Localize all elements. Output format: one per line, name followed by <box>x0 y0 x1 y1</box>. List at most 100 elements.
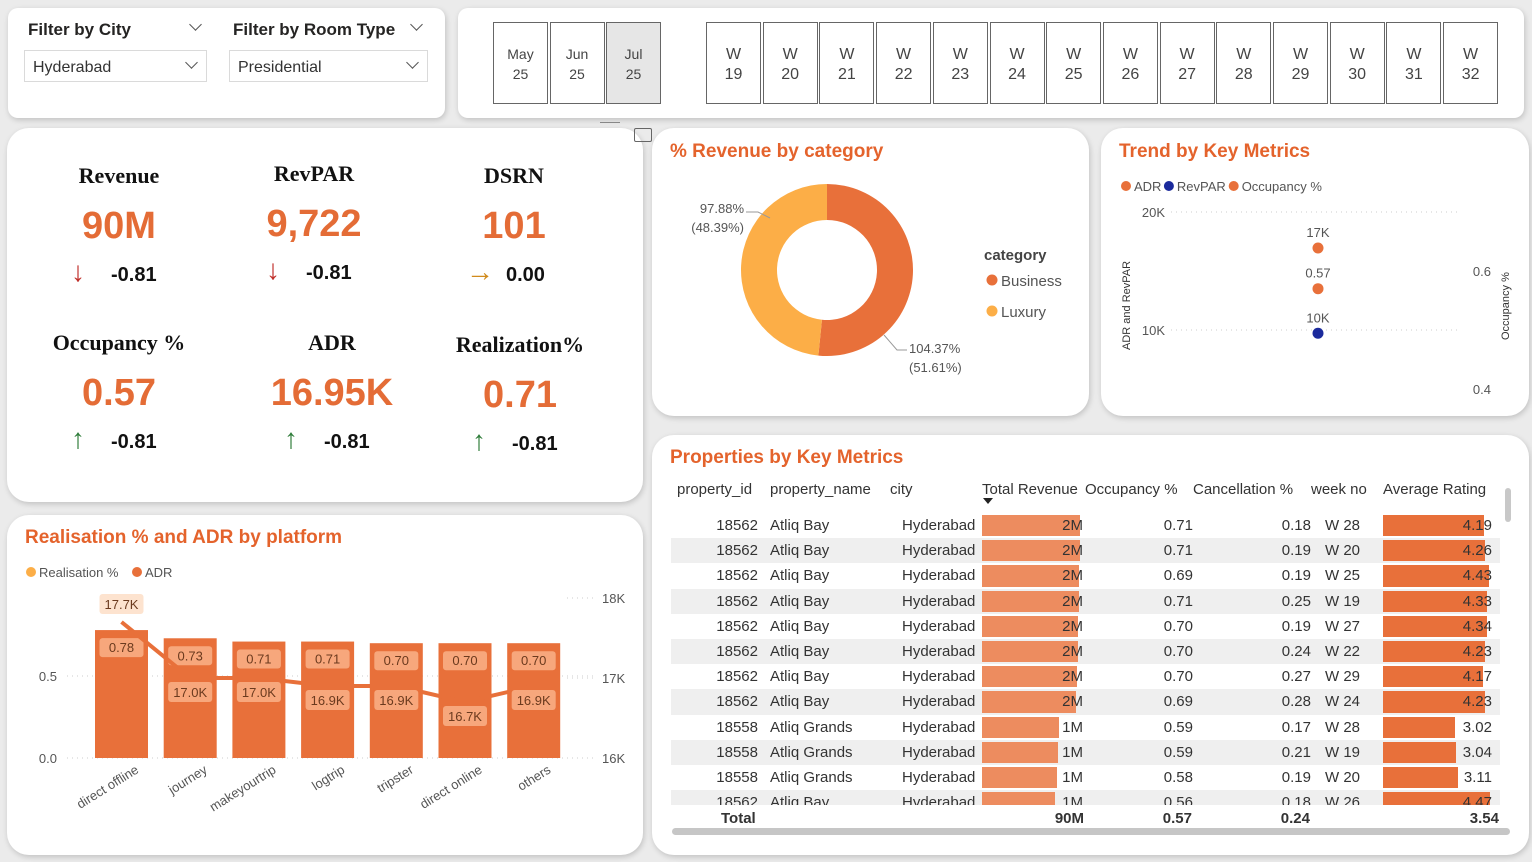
table-row[interactable]: 18562 Atliq Bay Hyderabad 2M 0.71 0.19 W 20 4.2… <box>671 538 1500 564</box>
table-cell: 0.18 <box>1281 517 1311 535</box>
week-prefix: W <box>1236 46 1252 63</box>
realisation-data-label: 0.70 <box>384 653 409 668</box>
y-left-axis-label: ADR and RevPAR <box>1121 261 1133 350</box>
column-header-average-rating[interactable]: Average Rating <box>1383 475 1500 513</box>
week-tile-23[interactable]: W 23 <box>932 22 988 104</box>
month-tile-may[interactable]: May 25 <box>493 22 548 104</box>
realisation-data-label: 0.73 <box>178 648 203 663</box>
table-cell: 2M <box>982 614 1085 639</box>
table-cell: 2M <box>982 588 1085 614</box>
column-header-city[interactable]: city <box>890 475 982 513</box>
kpi-revenue-value: 90M <box>82 205 156 247</box>
week-tile-22[interactable]: W 22 <box>876 22 932 104</box>
week-tile-24[interactable]: W 24 <box>989 22 1045 104</box>
arrow-flat-icon: → <box>466 256 494 287</box>
city-filter-dropdown[interactable]: Hyderabad <box>24 50 207 82</box>
donut-slice-business <box>818 184 913 356</box>
table-cell: 1M <box>982 790 1085 805</box>
table-row[interactable]: 18562 Atliq Bay Hyderabad 1M 0.56 0.18 W 26 4.4… <box>671 790 1500 805</box>
week-tile-26[interactable]: W 26 <box>1102 22 1158 104</box>
table-row[interactable]: 18562 Atliq Bay Hyderabad 2M 0.69 0.28 W 24 4.2… <box>671 689 1500 715</box>
column-header-occupancy[interactable]: Occupancy % <box>1085 475 1193 513</box>
table-row[interactable]: 18562 Atliq Bay Hyderabad 2M 0.69 0.19 W 25 4.4… <box>671 563 1500 588</box>
table-cell: 0.71 <box>1085 538 1193 564</box>
trend-point-occupancy <box>1312 283 1324 295</box>
week-number: 25 <box>1064 66 1083 83</box>
column-header-cancellation[interactable]: Cancellation % <box>1193 475 1311 513</box>
table-cell: 0.58 <box>1163 768 1193 786</box>
column-header-total-revenue[interactable]: Total Revenue <box>982 475 1085 513</box>
table-cell: 4.33 <box>1383 588 1500 614</box>
table-row[interactable]: 18558 Atliq Grands Hyderabad 1M 0.59 0.17 W 28… <box>671 715 1500 740</box>
platform-title: Realisation % and ADR by platform <box>25 527 343 548</box>
table-cell: 18562 <box>671 588 770 614</box>
table-cell: Atliq Bay <box>770 517 830 535</box>
table-cell: 0.69 <box>1085 689 1193 715</box>
revenue-category-title: % Revenue by category <box>670 141 884 162</box>
cell-value: 2M <box>1062 592 1083 610</box>
table-row[interactable]: 18562 Atliq Bay Hyderabad 2M 0.70 0.27 W 29 4.1… <box>671 664 1500 689</box>
column-header-property-name[interactable]: property_name <box>770 475 890 513</box>
x-tick-label: makeyourtrip <box>207 762 279 815</box>
visual-options-icon[interactable] <box>600 122 620 126</box>
adr-data-label: 17.7K <box>105 597 139 612</box>
focus-mode-icon[interactable] <box>634 128 652 142</box>
month-year: 25 <box>625 66 642 82</box>
week-tile-27[interactable]: W 27 <box>1159 22 1215 104</box>
kpi-dsrn-value: 101 <box>482 205 546 247</box>
table-row[interactable]: 18562 Atliq Bay Hyderabad 2M 0.70 0.19 W 27 4.3… <box>671 614 1500 639</box>
table-cell: Hyderabad <box>902 617 976 635</box>
table-cell: Atliq Bay <box>770 790 890 805</box>
trend-point-revpar <box>1312 327 1324 339</box>
cell-value: 4.23 <box>1462 693 1492 711</box>
table-row[interactable]: 18562 Atliq Bay Hyderabad 2M 0.71 0.25 W 19 4.3… <box>671 588 1500 614</box>
donut-label-business: 104.37% <box>909 341 961 356</box>
week-prefix: W <box>1349 46 1365 63</box>
cell-value: 4.19 <box>1462 517 1492 535</box>
column-header-week-no[interactable]: week no <box>1311 475 1383 513</box>
table-cell: 0.19 <box>1193 538 1311 564</box>
week-tile-25[interactable]: W 25 <box>1046 22 1102 104</box>
properties-table-scroll[interactable]: property_id property_name city Total Revenu… <box>671 475 1509 805</box>
table-cell: 0.28 <box>1193 689 1311 715</box>
month-tile-jul[interactable]: Jul 25 <box>606 22 661 104</box>
room-filter-dropdown[interactable]: Presidential <box>229 50 428 82</box>
week-tile-19[interactable]: W 19 <box>706 22 761 104</box>
cell-value: 2M <box>1062 693 1083 711</box>
week-tile-28[interactable]: W 28 <box>1216 22 1272 104</box>
table-cell: Atliq Grands <box>770 739 890 765</box>
table-cell: 0.17 <box>1281 718 1311 736</box>
realisation-data-label: 0.71 <box>315 652 340 667</box>
column-header-property-id[interactable]: property_id <box>671 475 770 513</box>
week-tile-31[interactable]: W 31 <box>1386 22 1442 104</box>
horizontal-scrollbar[interactable] <box>672 828 1510 835</box>
donut-slice-luxury <box>740 184 827 356</box>
table-row[interactable]: 18562 Atliq Bay Hyderabad 2M 0.71 0.18 W 28 4.1… <box>671 513 1500 538</box>
table-cell: 0.69 <box>1163 567 1193 585</box>
week-prefix: W <box>1463 46 1479 63</box>
y-right-tick: 0.6 <box>1473 264 1491 279</box>
week-number: 32 <box>1461 66 1480 83</box>
trend-data-label: 10K <box>1306 310 1329 325</box>
month-tile-jun[interactable]: Jun 25 <box>549 22 605 104</box>
arrow-down-icon: ↓ <box>71 256 85 287</box>
week-tile-20[interactable]: W 20 <box>762 22 818 104</box>
table-row[interactable]: 18558 Atliq Grands Hyderabad 1M 0.59 0.21 W 19… <box>671 739 1500 765</box>
platform-legend-adr: ADR <box>145 565 172 580</box>
table-row[interactable]: 18562 Atliq Bay Hyderabad 2M 0.70 0.24 W 22 4.2… <box>671 638 1500 665</box>
vertical-scrollbar[interactable] <box>1505 488 1511 522</box>
realisation-data-label: 0.78 <box>109 640 134 655</box>
week-prefix: W <box>725 46 742 63</box>
week-tile-21[interactable]: W 21 <box>819 22 875 104</box>
week-tile-30[interactable]: W 30 <box>1329 22 1385 104</box>
legend-dot <box>26 567 36 577</box>
week-number: 26 <box>1121 66 1140 83</box>
cell-value: 2M <box>1062 517 1083 535</box>
week-tile-32[interactable]: W 32 <box>1443 22 1499 104</box>
table-cell: 0.27 <box>1281 668 1311 686</box>
table-row[interactable]: 18558 Atliq Grands Hyderabad 1M 0.58 0.19 W 20… <box>671 765 1500 790</box>
week-tile-29[interactable]: W 29 <box>1273 22 1328 104</box>
trend-title: Trend by Key Metrics <box>1119 141 1311 162</box>
table-cell: Atliq Grands <box>770 718 853 736</box>
y-right-tick: 17K <box>602 671 625 686</box>
